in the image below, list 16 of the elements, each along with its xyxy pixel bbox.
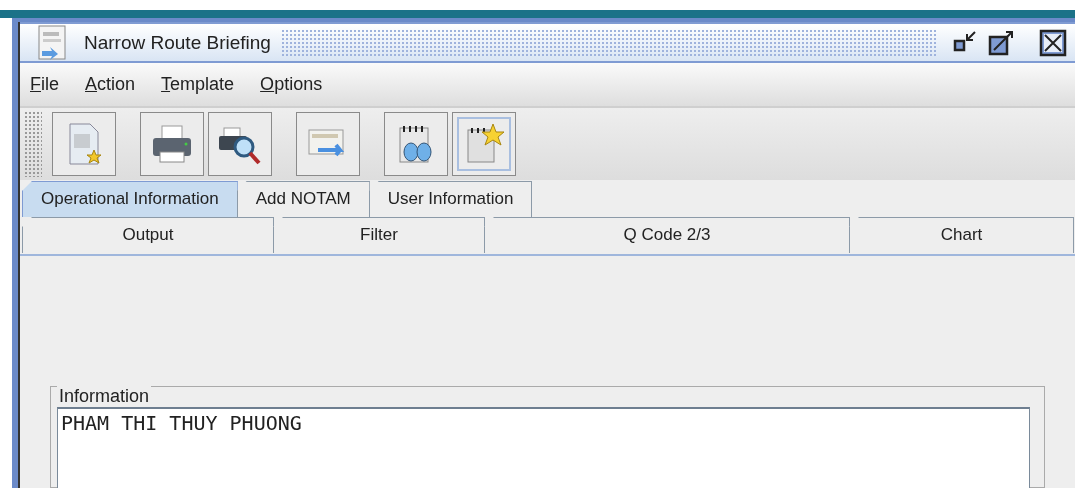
tab[interactable]: Output — [22, 217, 274, 253]
tab[interactable]: Operational Information — [22, 181, 238, 217]
toolbar-button[interactable] — [384, 111, 448, 176]
tab[interactable]: User Information — [368, 181, 533, 217]
menu-item[interactable]: Template — [161, 73, 235, 95]
menu-item[interactable]: Options — [260, 73, 323, 95]
menu-item[interactable]: File — [30, 73, 59, 95]
close-button[interactable] — [1039, 28, 1067, 57]
window-title: Narrow Route Briefing — [84, 31, 271, 54]
tab[interactable]: Add NOTAM — [236, 181, 370, 217]
menu-item[interactable]: Action — [85, 73, 136, 95]
maximize-button[interactable] — [987, 28, 1015, 57]
tab[interactable]: Chart — [849, 217, 1074, 253]
toolbar-button[interactable] — [208, 111, 272, 176]
toolbar-button[interactable] — [140, 111, 204, 176]
information-text-field[interactable]: PHAM THI THUY PHUONG — [57, 407, 1030, 488]
